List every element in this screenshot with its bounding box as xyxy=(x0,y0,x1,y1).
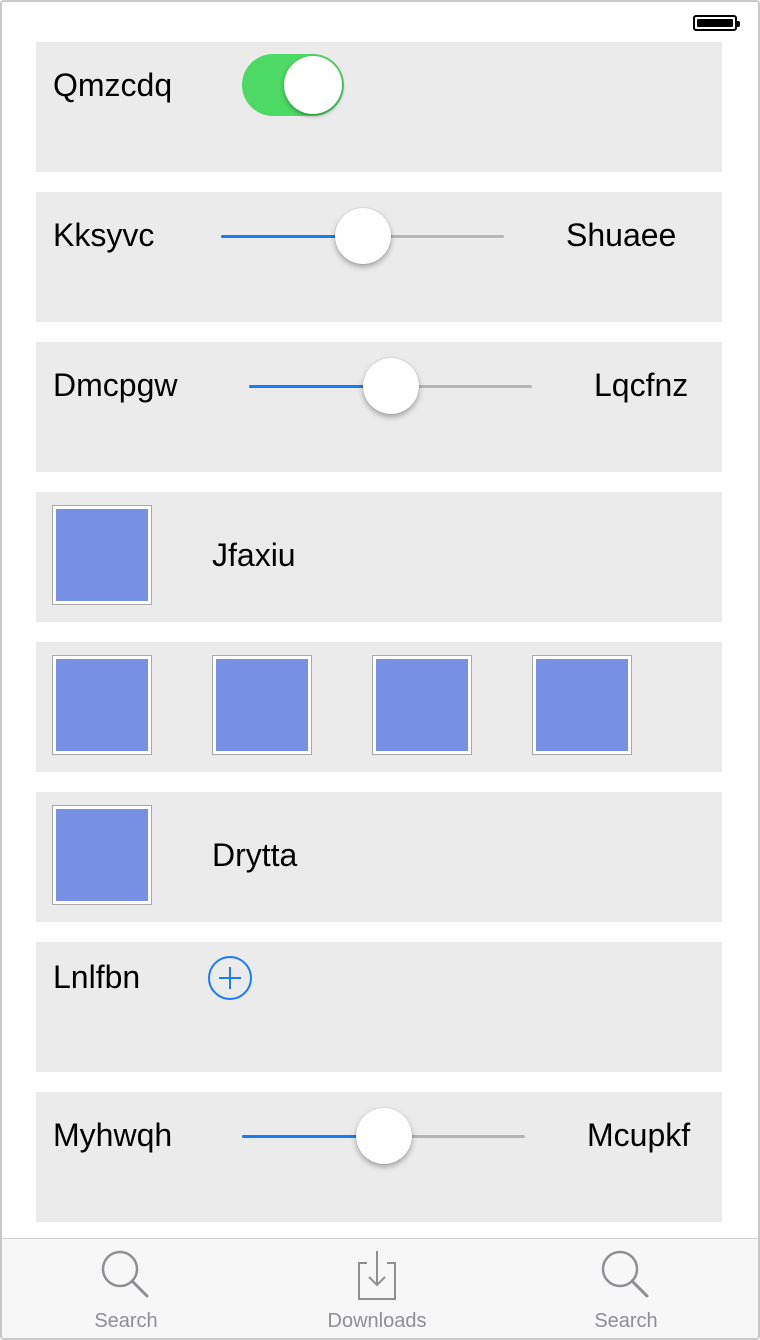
tab-downloads[interactable]: Downloads xyxy=(277,1239,477,1338)
image-row-1: Jfaxiu xyxy=(36,492,722,622)
image-row-label: Jfaxiu xyxy=(212,537,296,573)
image-thumbnail[interactable] xyxy=(372,655,472,755)
image-thumbnail[interactable] xyxy=(52,655,152,755)
search-icon xyxy=(101,1250,149,1298)
image-grid-row xyxy=(36,642,722,772)
slider-2[interactable] xyxy=(249,357,532,417)
add-button[interactable] xyxy=(208,956,252,1000)
slider-max-label: Shuaee xyxy=(566,217,677,253)
qmzcdq-toggle[interactable] xyxy=(242,54,344,116)
image-row-label: Drytta xyxy=(212,837,298,873)
tab-label: Search xyxy=(94,1310,158,1332)
slider-min-label: Dmcpgw xyxy=(53,367,178,403)
slider-row-3: Myhwqh Mcupkf xyxy=(36,1092,722,1222)
tab-search-2[interactable]: Search xyxy=(526,1239,726,1338)
slider-thumb[interactable] xyxy=(355,1108,412,1164)
slider-1[interactable] xyxy=(221,207,504,267)
add-row: Lnlfbn xyxy=(36,942,722,1072)
slider-min-label: Myhwqh xyxy=(53,1117,173,1153)
slider-3[interactable] xyxy=(242,1107,525,1167)
tab-bar: Search Downloads Search xyxy=(2,1238,758,1338)
image-thumbnail[interactable] xyxy=(532,655,632,755)
tab-label: Search xyxy=(594,1310,658,1332)
image-thumbnail[interactable] xyxy=(212,655,312,755)
toggle-row: Qmzcdq xyxy=(36,42,722,172)
slider-min-label: Kksyvc xyxy=(53,217,155,253)
toggle-label: Qmzcdq xyxy=(53,67,173,103)
app-screen: Qmzcdq Kksyvc Shuaee Dmcpgw Lqcfnz Jfaxi… xyxy=(0,0,760,1340)
downloads-icon xyxy=(358,1251,396,1300)
slider-thumb[interactable] xyxy=(362,358,419,414)
slider-max-label: Mcupkf xyxy=(587,1117,691,1153)
tab-label: Downloads xyxy=(327,1310,427,1332)
add-row-label: Lnlfbn xyxy=(53,959,141,995)
slider-row-1: Kksyvc Shuaee xyxy=(36,192,722,322)
image-thumbnail[interactable] xyxy=(52,805,152,905)
battery-icon xyxy=(693,15,740,31)
toggle-knob xyxy=(284,56,342,114)
tab-search-1[interactable]: Search xyxy=(26,1239,226,1338)
slider-thumb[interactable] xyxy=(334,208,391,264)
slider-max-label: Lqcfnz xyxy=(594,367,689,403)
slider-row-2: Dmcpgw Lqcfnz xyxy=(36,342,722,472)
image-thumbnail[interactable] xyxy=(52,505,152,605)
image-row-2: Drytta xyxy=(36,792,722,922)
search-icon xyxy=(601,1250,649,1298)
